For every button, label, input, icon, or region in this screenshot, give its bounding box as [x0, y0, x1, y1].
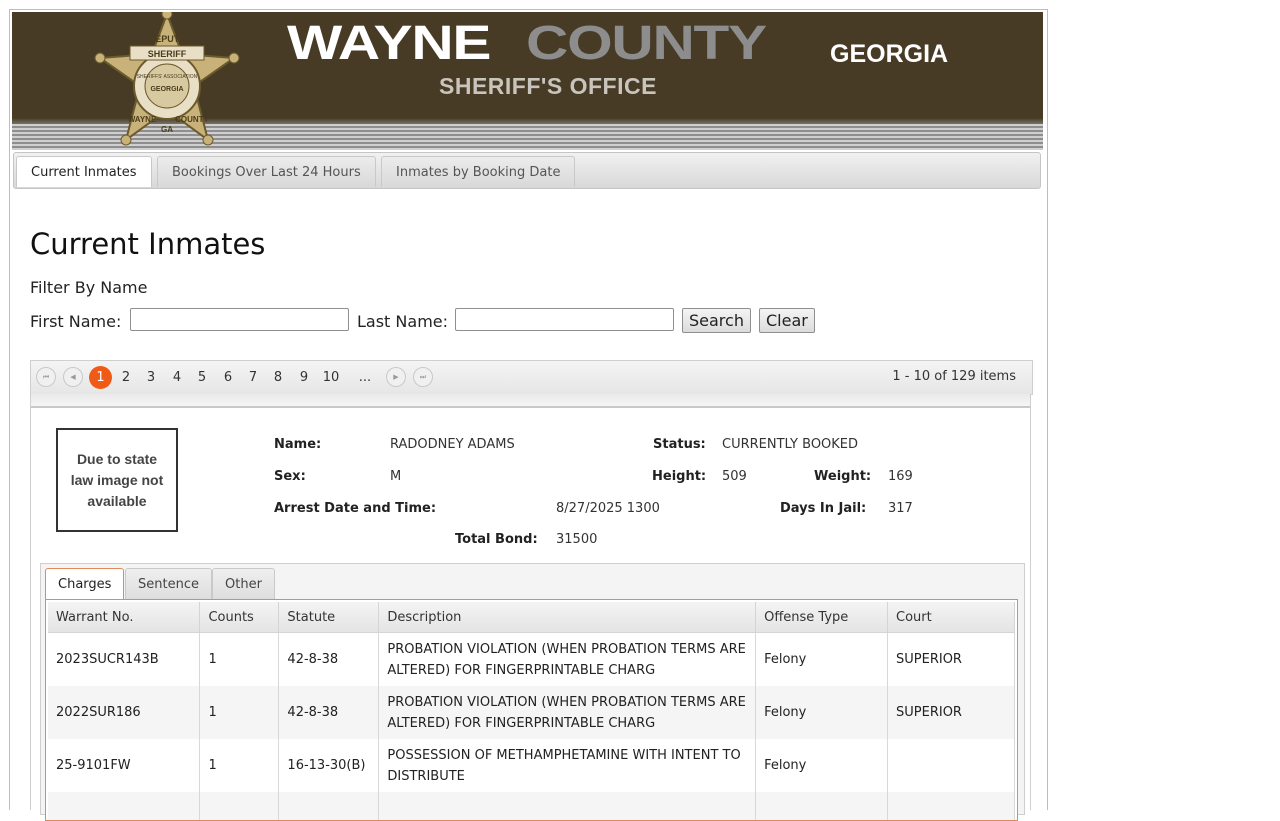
badge-text-bottom-right: COUNTY	[175, 115, 209, 124]
sheriff-badge-logo: DEPUTY SHERIFF SHERIFFS' ASSOCIATION GEO…	[94, 12, 240, 146]
next-page-icon[interactable]: ▶	[386, 367, 406, 387]
charges-grid: Warrant No. Counts Statute Description O…	[45, 599, 1018, 821]
page-more[interactable]: ...	[356, 367, 374, 389]
page-container: DEPUTY SHERIFF SHERIFFS' ASSOCIATION GEO…	[9, 9, 1048, 821]
page-number[interactable]: 4	[168, 367, 186, 389]
cell-statute: 42-8-38	[278, 686, 380, 739]
header-state: GEORGIA	[830, 40, 949, 68]
arrest-label: Arrest Date and Time:	[274, 501, 437, 516]
first-name-label: First Name:	[30, 312, 122, 331]
table-row	[48, 792, 1015, 820]
cell-statute: 16-13-30(B)	[278, 739, 380, 792]
first-name-input[interactable]	[130, 308, 349, 331]
inmate-sex: M	[390, 469, 402, 484]
badge-text-bottom-left: WAYNE	[128, 115, 157, 124]
cell-court: SUPERIOR	[887, 632, 1015, 686]
charges-table: Warrant No. Counts Statute Description O…	[48, 602, 1015, 820]
tab-other[interactable]: Other	[212, 568, 275, 599]
badge-ring-text: SHERIFFS' ASSOCIATION	[137, 74, 198, 80]
badge-text-bottom-mid: GA	[161, 125, 173, 134]
table-row: 25-9101FW 1 16-13-30(B) POSSESSION OF ME…	[48, 739, 1015, 792]
inmate-record: Due to state law image not available Nam…	[30, 408, 1031, 821]
column-header-counts[interactable]: Counts	[199, 602, 280, 633]
inmate-weight: 169	[888, 469, 913, 484]
total-bond-label: Total Bond:	[455, 532, 538, 547]
tab-inmates-by-booking-date[interactable]: Inmates by Booking Date	[381, 156, 576, 187]
cell-warrant: 25-9101FW	[48, 739, 201, 792]
cell-warrant: 2023SUCR143B	[48, 632, 201, 686]
prev-page-icon[interactable]: ◀	[63, 367, 83, 387]
arrest-date-time: 8/27/2025 1300	[556, 501, 660, 516]
cell-counts: 1	[199, 686, 280, 739]
cell-court	[887, 739, 1015, 792]
weight-label: Weight:	[814, 469, 872, 484]
cell-counts: 1	[199, 739, 280, 792]
header-title-county: COUNTY	[526, 17, 767, 70]
cell-offense-type: Felony	[755, 739, 889, 792]
cell-description: PROBATION VIOLATION (WHEN PROBATION TERM…	[378, 686, 757, 739]
header-title-wayne: WAYNE	[287, 17, 491, 70]
cell-description: POSSESSION OF METHAMPHETAMINE WITH INTEN…	[378, 739, 757, 792]
cell-warrant: 2022SUR186	[48, 686, 201, 739]
cell-statute: 42-8-38	[278, 632, 380, 686]
pager: ⏮ ◀ 1 2 3 4 5 6 7 8 9 10 ... ▶ ⏭ 1 - 10 …	[30, 360, 1033, 395]
page-number[interactable]: 7	[244, 367, 262, 389]
inmate-name: RADODNEY ADAMS	[390, 437, 515, 452]
status-label: Status:	[653, 437, 706, 452]
column-header-statute[interactable]: Statute	[278, 602, 380, 633]
pager-info: 1 - 10 of 129 items	[892, 369, 1016, 384]
sex-label: Sex:	[274, 469, 306, 484]
column-header-description[interactable]: Description	[378, 602, 757, 633]
badge-center-text: GEORGIA	[150, 86, 183, 93]
name-label: Name:	[274, 437, 322, 452]
tab-bookings-24-hours[interactable]: Bookings Over Last 24 Hours	[157, 156, 376, 187]
column-header-court[interactable]: Court	[887, 602, 1015, 633]
search-button[interactable]: Search	[682, 308, 751, 333]
cell-counts: 1	[199, 632, 280, 686]
tab-current-inmates[interactable]: Current Inmates	[16, 156, 152, 187]
page-number[interactable]: 6	[219, 367, 237, 389]
charges-panel: Charges Sentence Other Warrant No. Count…	[40, 563, 1025, 821]
cell-offense-type: Felony	[755, 686, 889, 739]
height-label: Height:	[652, 469, 707, 484]
total-bond: 31500	[556, 532, 598, 547]
main-tab-bar: Current Inmates Bookings Over Last 24 Ho…	[13, 152, 1041, 189]
page-number[interactable]: 5	[193, 367, 211, 389]
days-in-jail-label: Days In Jail:	[780, 501, 867, 516]
days-in-jail: 317	[888, 501, 913, 516]
inmate-height: 509	[722, 469, 747, 484]
table-row: 2023SUCR143B 1 42-8-38 PROBATION VIOLATI…	[48, 632, 1015, 686]
tab-charges[interactable]: Charges	[45, 568, 125, 600]
page-title: Current Inmates	[30, 227, 266, 261]
page-number[interactable]: 8	[269, 367, 287, 389]
page-number[interactable]: 10	[322, 367, 340, 389]
table-row: 2022SUR186 1 42-8-38 PROBATION VIOLATION…	[48, 686, 1015, 739]
last-name-input[interactable]	[455, 308, 674, 331]
inmate-photo-placeholder: Due to state law image not available	[56, 428, 178, 532]
filter-heading: Filter By Name	[30, 278, 148, 297]
inmate-status: CURRENTLY BOOKED	[722, 437, 859, 452]
page-number[interactable]: 9	[295, 367, 313, 389]
cell-court: SUPERIOR	[887, 686, 1015, 739]
page-number[interactable]: 3	[142, 367, 160, 389]
charges-header-row: Warrant No. Counts Statute Description O…	[48, 602, 1015, 633]
badge-ribbon-text: SHERIFF	[148, 49, 187, 59]
header-subtitle: SHERIFF'S OFFICE	[439, 73, 657, 99]
cell-description: PROBATION VIOLATION (WHEN PROBATION TERM…	[378, 632, 757, 686]
last-name-label: Last Name:	[357, 312, 449, 331]
badge-text-top: DEPUTY	[149, 34, 186, 44]
tab-sentence[interactable]: Sentence	[125, 568, 212, 599]
column-header-warrant[interactable]: Warrant No.	[48, 602, 201, 633]
column-header-offense-type[interactable]: Offense Type	[755, 602, 889, 633]
site-banner: DEPUTY SHERIFF SHERIFFS' ASSOCIATION GEO…	[12, 12, 1043, 150]
page-number-current[interactable]: 1	[89, 366, 112, 389]
last-page-icon[interactable]: ⏭	[413, 367, 433, 387]
clear-button[interactable]: Clear	[759, 308, 815, 333]
list-divider	[30, 394, 1031, 408]
first-page-icon[interactable]: ⏮	[36, 367, 56, 387]
page-number[interactable]: 2	[117, 367, 135, 389]
cell-offense-type: Felony	[755, 632, 889, 686]
